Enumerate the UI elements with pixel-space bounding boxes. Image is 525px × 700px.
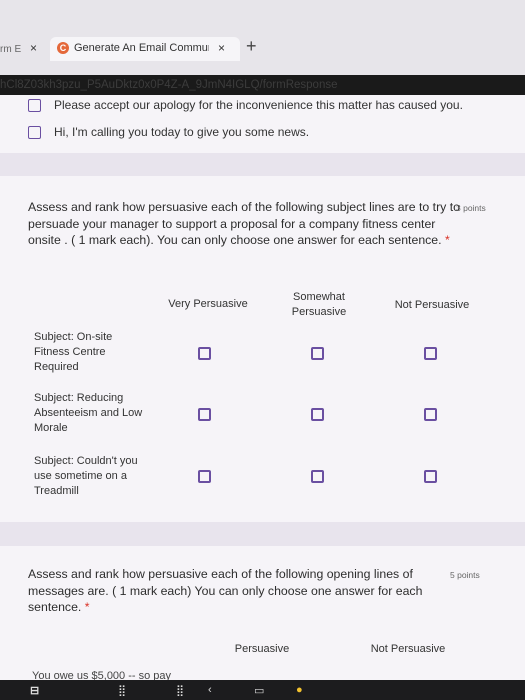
option-label: Hi, I'm calling you today to give you so… bbox=[54, 125, 310, 139]
option-apology[interactable]: Please accept our apology for the inconv… bbox=[28, 98, 463, 113]
active-tab-title: Generate An Email Communicati bbox=[74, 42, 209, 54]
grid-checkbox[interactable] bbox=[311, 408, 324, 421]
grid-checkbox[interactable] bbox=[311, 470, 324, 483]
grid-icon[interactable]: ⣿ bbox=[118, 684, 126, 697]
row-label: Subject: Couldn't you use sometime on a … bbox=[34, 455, 138, 497]
close-tab-icon[interactable]: × bbox=[30, 41, 37, 55]
column-header: Not Persuasive bbox=[394, 299, 470, 311]
grid-checkbox[interactable] bbox=[311, 347, 324, 360]
required-mark: * bbox=[84, 600, 90, 614]
prev-question-card: Please accept our apology for the inconv… bbox=[0, 95, 525, 153]
grid-checkbox[interactable] bbox=[198, 470, 211, 483]
tv-icon[interactable]: ▭ bbox=[254, 684, 264, 697]
app-icon[interactable]: ⊟ bbox=[30, 684, 39, 697]
tab-favicon-icon: C bbox=[57, 42, 69, 54]
checkbox[interactable] bbox=[28, 99, 41, 113]
new-tab-button[interactable]: + bbox=[246, 36, 257, 57]
grid-checkbox[interactable] bbox=[424, 347, 437, 360]
checkbox[interactable] bbox=[28, 126, 41, 140]
row-label: Subject: Reducing Absenteeism and Low Mo… bbox=[34, 392, 143, 434]
grid-checkbox[interactable] bbox=[424, 470, 437, 483]
required-mark: * bbox=[444, 233, 450, 247]
grid-checkbox[interactable] bbox=[198, 408, 211, 421]
grid-checkbox[interactable] bbox=[424, 408, 437, 421]
address-bar-url[interactable]: hCl8Z03kh3pzu_P5AuDktz0x0P4Z-A_9JmN4IGLQ… bbox=[0, 79, 338, 91]
points-label: 5 points bbox=[450, 570, 480, 580]
column-header: Very Persuasive bbox=[168, 298, 248, 310]
column-header: Not Persuasive bbox=[370, 643, 446, 655]
column-header: Persuasive bbox=[234, 643, 290, 655]
option-label: Please accept our apology for the inconv… bbox=[54, 98, 463, 112]
points-label: 3 points bbox=[456, 203, 486, 213]
option-calling[interactable]: Hi, I'm calling you today to give you so… bbox=[28, 125, 310, 140]
question-text: Assess and rank how persuasive each of t… bbox=[28, 200, 460, 247]
question-text: Assess and rank how persuasive each of t… bbox=[28, 567, 423, 614]
column-header: Somewhat Persuasive bbox=[291, 291, 347, 318]
previous-tab[interactable]: rm E bbox=[0, 44, 21, 55]
grid-checkbox[interactable] bbox=[198, 347, 211, 360]
browser-tab-bar: rm E × C Generate An Email Communicati ×… bbox=[0, 0, 525, 91]
grid-icon[interactable]: ⣿ bbox=[176, 684, 184, 697]
row-label: Subject: On-site Fitness Centre Required bbox=[34, 331, 113, 373]
chrome-icon[interactable]: ● bbox=[296, 684, 303, 696]
back-arrow-icon[interactable]: ‹ bbox=[208, 684, 212, 696]
close-active-tab-icon[interactable]: × bbox=[218, 41, 225, 55]
